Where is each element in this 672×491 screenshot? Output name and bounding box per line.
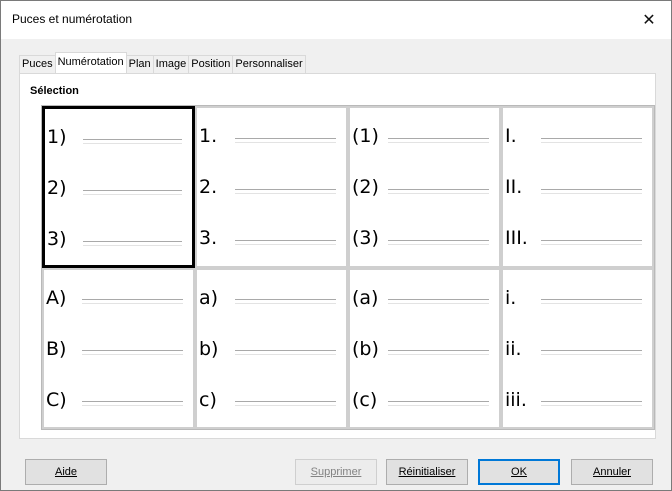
placeholder-line — [388, 350, 489, 355]
level-label: (c) — [352, 388, 378, 411]
delete-button[interactable]: Supprimer — [295, 459, 377, 485]
selection-label: Sélection — [30, 85, 79, 97]
close-button[interactable]: ✕ — [627, 1, 671, 39]
numbering-style-option[interactable]: i. ii. iii. — [501, 267, 654, 429]
level-label: b) — [199, 337, 219, 360]
level-label: iii. — [505, 388, 527, 411]
level-label: 3) — [47, 228, 67, 250]
numbering-style-grid: 1) 2) 3) 1. 2. 3. (1) (2) (3) I. II. III… — [41, 105, 655, 430]
close-icon: ✕ — [642, 12, 656, 29]
ok-button-label: OK — [511, 466, 527, 478]
placeholder-line — [235, 137, 336, 143]
level-label: C) — [46, 388, 67, 411]
numbering-style-option[interactable]: a) b) c) — [195, 267, 348, 429]
placeholder-line — [83, 240, 182, 246]
tab-numerotation[interactable]: Numérotation — [54, 52, 127, 73]
placeholder-line — [82, 401, 183, 406]
level-label: (1) — [352, 125, 379, 147]
tab-position[interactable]: Position — [188, 55, 234, 73]
level-label: (3) — [352, 227, 379, 249]
placeholder-line — [541, 188, 642, 194]
tab-bar: Puces Numérotation Plan Image Position P… — [19, 52, 306, 73]
placeholder-line — [83, 189, 182, 195]
level-label: a) — [199, 286, 219, 309]
placeholder-line — [541, 401, 642, 406]
level-label: (b) — [352, 337, 379, 360]
numbering-style-option[interactable]: 1. 2. 3. — [195, 106, 348, 268]
numbering-tab-panel: Sélection 1) 2) 3) 1. 2. 3. (1) (2) (3) … — [19, 73, 656, 439]
placeholder-line — [388, 188, 489, 194]
tab-puces[interactable]: Puces — [19, 55, 56, 73]
placeholder-line — [541, 137, 642, 143]
placeholder-line — [388, 239, 489, 245]
placeholder-line — [541, 299, 642, 304]
help-button[interactable]: Aide — [25, 459, 107, 485]
bullets-numbering-dialog: Puces et numérotation ✕ Puces Numérotati… — [0, 0, 672, 491]
level-label: 2) — [47, 177, 67, 199]
numbering-style-option[interactable]: A) B) C) — [42, 267, 195, 429]
tab-image[interactable]: Image — [152, 55, 190, 73]
level-label: ii. — [505, 337, 522, 360]
placeholder-line — [82, 350, 183, 355]
placeholder-line — [235, 350, 336, 355]
help-button-label: Aide — [54, 466, 78, 478]
placeholder-line — [235, 239, 336, 245]
placeholder-line — [83, 138, 182, 144]
level-label: I. — [505, 125, 517, 147]
ok-button[interactable]: OK — [478, 459, 560, 485]
level-label: (2) — [352, 176, 379, 198]
placeholder-line — [388, 137, 489, 143]
numbering-style-option[interactable]: (1) (2) (3) — [348, 106, 501, 268]
delete-button-label: Supprimer — [310, 466, 362, 478]
numbering-style-option[interactable]: I. II. III. — [501, 106, 654, 268]
placeholder-line — [388, 299, 489, 304]
cancel-button[interactable]: Annuler — [571, 459, 653, 485]
level-label: (a) — [352, 286, 379, 309]
reset-button-label: Réinitialiser — [398, 466, 456, 478]
numbering-style-option[interactable]: (a) (b) (c) — [348, 267, 501, 429]
level-label: 2. — [199, 176, 218, 198]
level-label: B) — [46, 337, 67, 360]
level-label: c) — [199, 388, 217, 411]
level-label: 3. — [199, 227, 218, 249]
tab-personnaliser[interactable]: Personnaliser — [232, 55, 306, 73]
placeholder-line — [541, 350, 642, 355]
placeholder-line — [541, 239, 642, 245]
tab-plan[interactable]: Plan — [125, 55, 154, 73]
cancel-button-label: Annuler — [593, 466, 631, 478]
placeholder-line — [235, 299, 336, 304]
placeholder-line — [235, 401, 336, 406]
dialog-title: Puces et numérotation — [12, 12, 133, 26]
placeholder-line — [235, 188, 336, 194]
reset-button[interactable]: Réinitialiser — [386, 459, 468, 485]
level-label: 1. — [199, 125, 218, 147]
level-label: II. — [505, 176, 523, 198]
placeholder-line — [388, 401, 489, 406]
level-label: 1) — [47, 126, 67, 148]
placeholder-line — [82, 299, 183, 304]
level-label: III. — [505, 227, 528, 249]
level-label: A) — [46, 286, 67, 309]
numbering-style-option[interactable]: 1) 2) 3) — [42, 106, 195, 268]
level-label: i. — [505, 286, 517, 309]
title-bar: Puces et numérotation ✕ — [1, 1, 671, 39]
